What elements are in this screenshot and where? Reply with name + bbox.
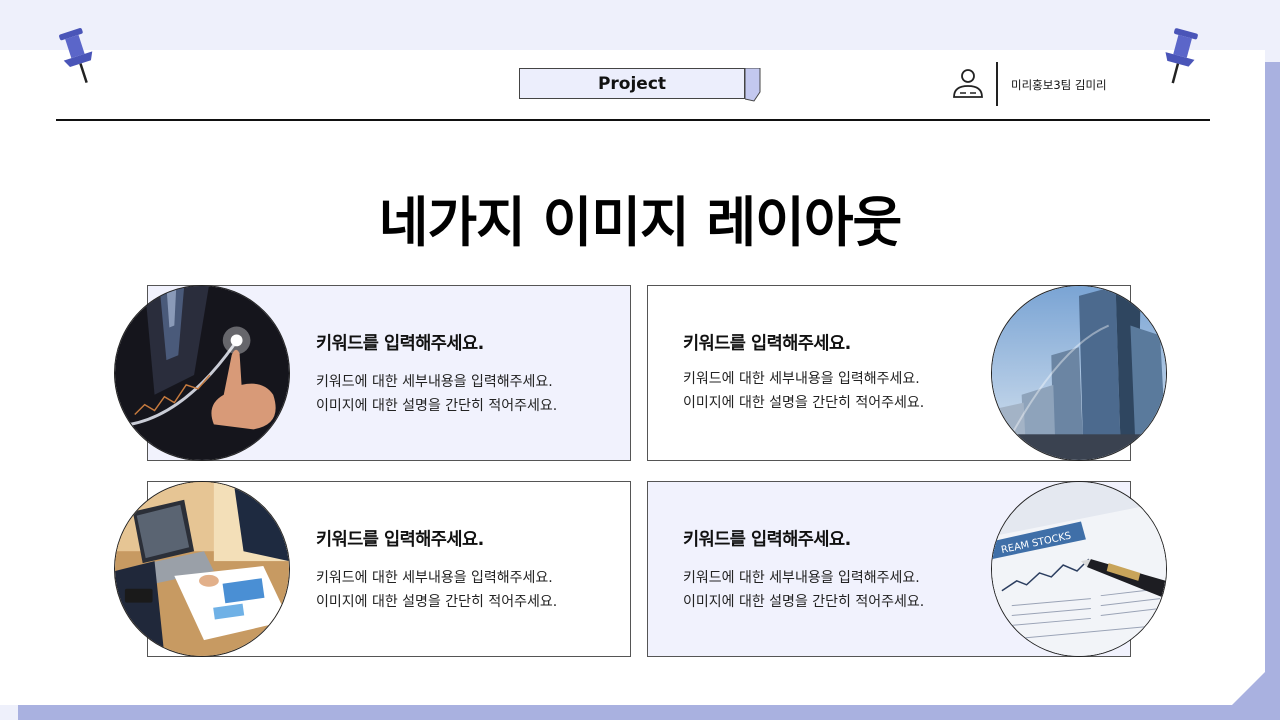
business-growth-photo (114, 285, 290, 461)
card-4-text: 키워드를 입력해주세요. 키워드에 대한 세부내용을 입력해주세요. 이미지에 … (683, 526, 983, 614)
card-desc-line: 이미지에 대한 설명을 간단히 적어주세요. (316, 398, 558, 414)
card-desc-line: 이미지에 대한 설명을 간단히 적어주세요. (683, 395, 925, 411)
team-name: 미리홍보3팀 김미리 (1011, 78, 1107, 92)
meeting-photo (114, 481, 290, 657)
card-description: 키워드에 대한 세부내용을 입력해주세요. 이미지에 대한 설명을 간단히 적어… (316, 566, 616, 614)
card-3-text: 키워드를 입력해주세요. 키워드에 대한 세부내용을 입력해주세요. 이미지에 … (316, 526, 616, 614)
card-2-text: 키워드를 입력해주세요. 키워드에 대한 세부내용을 입력해주세요. 이미지에 … (683, 330, 983, 415)
card-desc-line: 키워드에 대한 세부내용을 입력해주세요. (316, 374, 553, 390)
pushpin-icon (59, 28, 93, 84)
project-tag-label: Project (519, 68, 745, 99)
card-keyword: 키워드를 입력해주세요. (316, 530, 484, 550)
card-keyword: 키워드를 입력해주세요. (683, 334, 851, 354)
card-desc-line: 이미지에 대한 설명을 간단히 적어주세요. (316, 594, 558, 610)
card-desc-line: 키워드에 대한 세부내용을 입력해주세요. (683, 570, 920, 586)
card-description: 키워드에 대한 세부내용을 입력해주세요. 이미지에 대한 설명을 간단히 적어… (683, 367, 983, 415)
user-icon (953, 69, 983, 98)
card-description: 키워드에 대한 세부내용을 입력해주세요. 이미지에 대한 설명을 간단히 적어… (316, 370, 616, 418)
project-tag: Project (519, 68, 761, 102)
card-desc-line: 키워드에 대한 세부내용을 입력해주세요. (316, 570, 553, 586)
pushpin-icon (1165, 28, 1198, 84)
page-title: 네가지 이미지 레이아웃 (378, 191, 902, 254)
header-rule (56, 119, 1210, 121)
card-desc-line: 키워드에 대한 세부내용을 입력해주세요. (683, 371, 920, 387)
card-desc-line: 이미지에 대한 설명을 간단히 적어주세요. (683, 594, 925, 610)
card-keyword: 키워드를 입력해주세요. (683, 530, 851, 550)
card-keyword: 키워드를 입력해주세요. (316, 334, 484, 354)
stock-newspaper-photo: REAM STOCKS (991, 481, 1167, 657)
tag-3d-side (745, 68, 761, 102)
page-fold-corner (1232, 672, 1265, 705)
card-description: 키워드에 대한 세부내용을 입력해주세요. 이미지에 대한 설명을 간단히 적어… (683, 566, 983, 614)
skyscraper-photo (991, 285, 1167, 461)
card-1-text: 키워드를 입력해주세요. 키워드에 대한 세부내용을 입력해주세요. 이미지에 … (316, 330, 616, 418)
team-divider (996, 62, 998, 106)
